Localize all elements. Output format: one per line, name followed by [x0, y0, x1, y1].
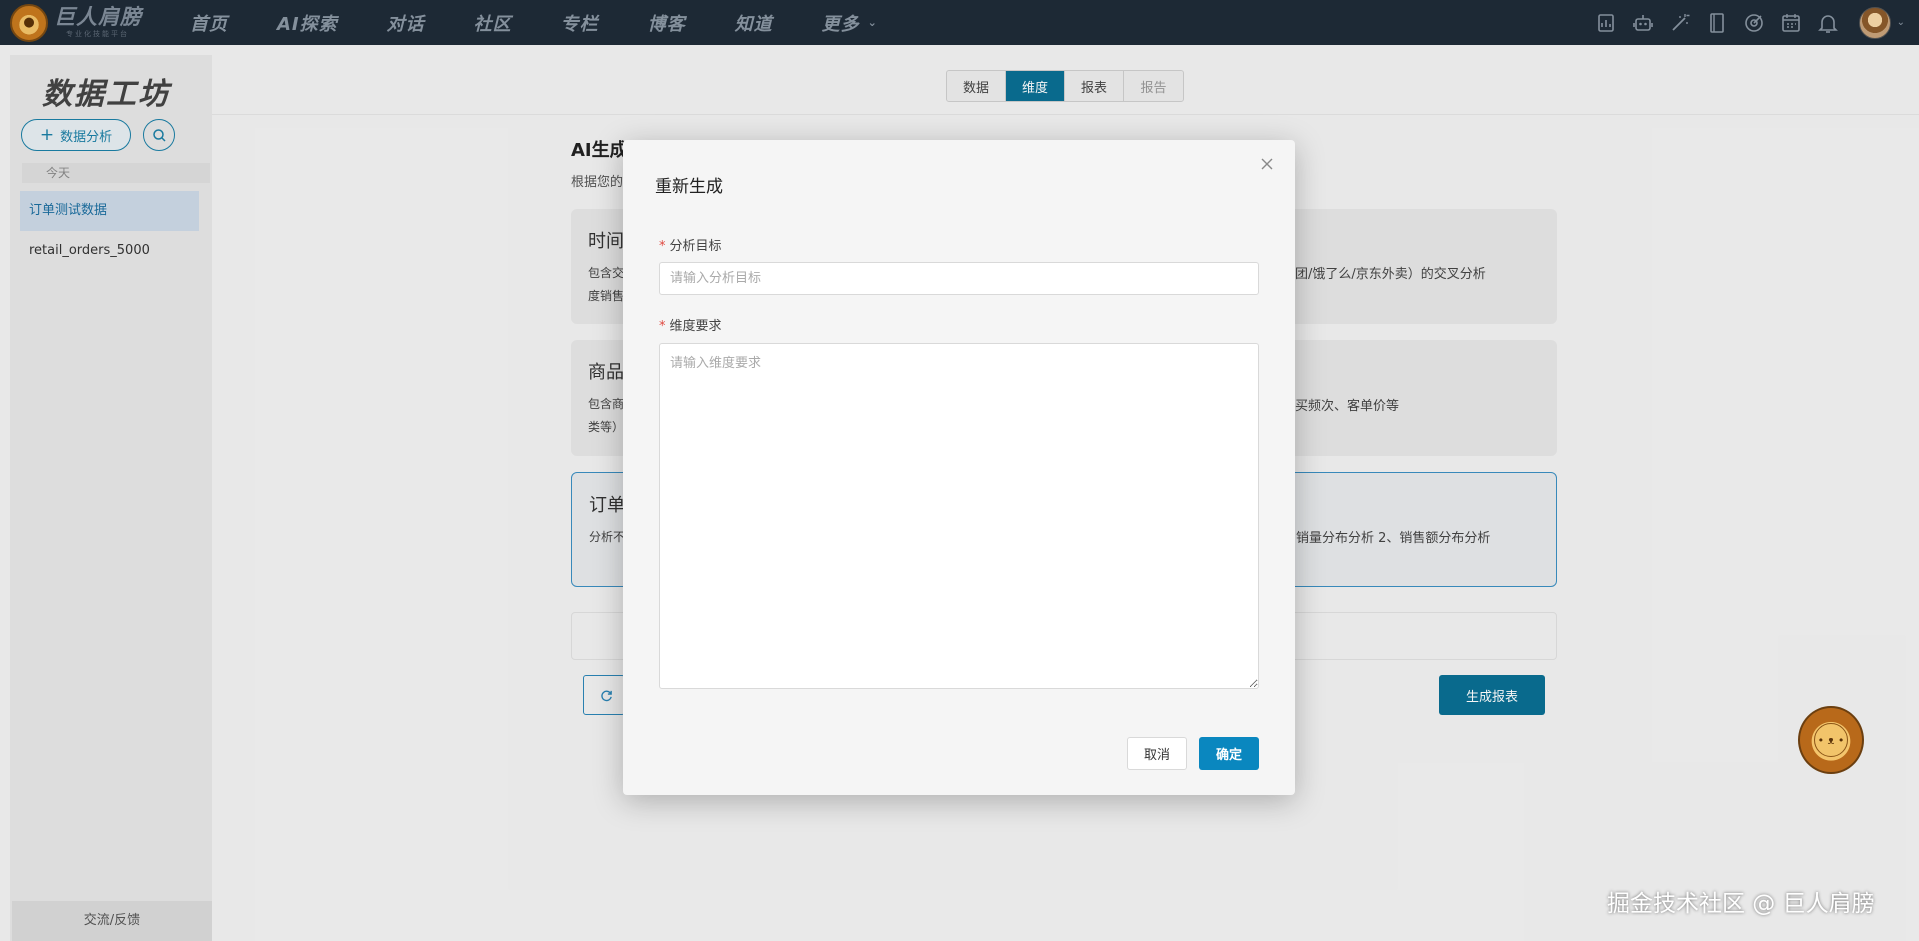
required-marker: *: [659, 319, 666, 334]
dialog-title: 重新生成: [655, 177, 723, 197]
lion-mascot-icon[interactable]: • ᴥ •: [1798, 706, 1864, 774]
cancel-button[interactable]: 取消: [1127, 737, 1187, 770]
analysis-goal-input[interactable]: [659, 262, 1259, 295]
regenerate-dialog: 重新生成 *分析目标 *维度要求 取消 确定: [623, 140, 1295, 795]
dimension-label: * 维度要求: [659, 319, 722, 334]
close-button[interactable]: [1257, 154, 1277, 174]
dimension-requirement-textarea[interactable]: [659, 343, 1259, 689]
goal-label: * 分析目标: [659, 239, 722, 254]
close-icon: [1261, 158, 1273, 170]
required-marker: *: [659, 239, 666, 254]
watermark: 掘金技术社区 @ 巨人肩膀: [1607, 891, 1875, 917]
confirm-button[interactable]: 确定: [1199, 737, 1259, 770]
